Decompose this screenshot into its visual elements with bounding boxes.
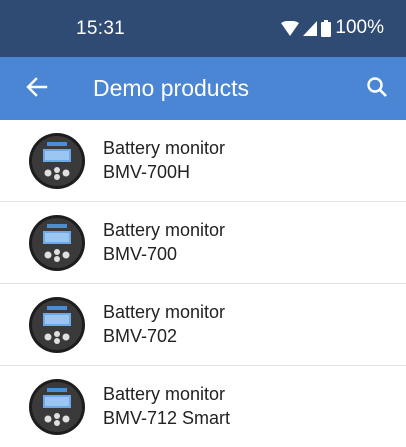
search-button[interactable] <box>362 74 392 104</box>
battery-icon <box>321 19 332 37</box>
list-item[interactable]: Battery monitor BMV-700H <box>0 120 406 202</box>
list-item[interactable]: Battery monitor BMV-712 Smart <box>0 366 406 447</box>
battery-monitor-thumbnail <box>28 378 86 436</box>
status-icons: 100% <box>281 17 384 39</box>
back-button[interactable] <box>22 74 52 104</box>
product-model: BMV-702 <box>103 326 178 346</box>
item-text: Battery monitor BMV-700 <box>103 218 225 266</box>
battery-monitor-thumbnail <box>28 296 86 354</box>
item-text: Battery monitor BMV-702 <box>103 300 225 348</box>
app-bar: Demo products <box>0 57 406 120</box>
list-item[interactable]: Battery monitor BMV-702 <box>0 284 406 366</box>
product-list: Battery monitor BMV-700H Battery monitor… <box>0 120 406 447</box>
arrow-left-icon <box>26 76 48 103</box>
wifi-icon <box>281 20 300 36</box>
product-type: Battery monitor <box>103 138 226 158</box>
product-model: BMV-712 Smart <box>103 408 231 428</box>
status-bar: 15:31 100% <box>0 0 406 57</box>
search-icon <box>366 76 388 103</box>
battery-monitor-thumbnail <box>28 214 86 272</box>
product-type: Battery monitor <box>103 220 226 240</box>
item-text: Battery monitor BMV-712 Smart <box>103 382 230 430</box>
cell-signal-icon <box>303 20 318 36</box>
product-model: BMV-700 <box>103 244 178 264</box>
page-title: Demo products <box>93 75 249 101</box>
status-time: 15:31 <box>76 18 126 39</box>
product-type: Battery monitor <box>103 384 226 404</box>
battery-monitor-thumbnail <box>28 132 86 190</box>
item-text: Battery monitor BMV-700H <box>103 136 225 184</box>
product-type: Battery monitor <box>103 302 226 322</box>
battery-percent: 100% <box>335 17 384 38</box>
product-model: BMV-700H <box>103 162 191 182</box>
list-item[interactable]: Battery monitor BMV-700 <box>0 202 406 284</box>
